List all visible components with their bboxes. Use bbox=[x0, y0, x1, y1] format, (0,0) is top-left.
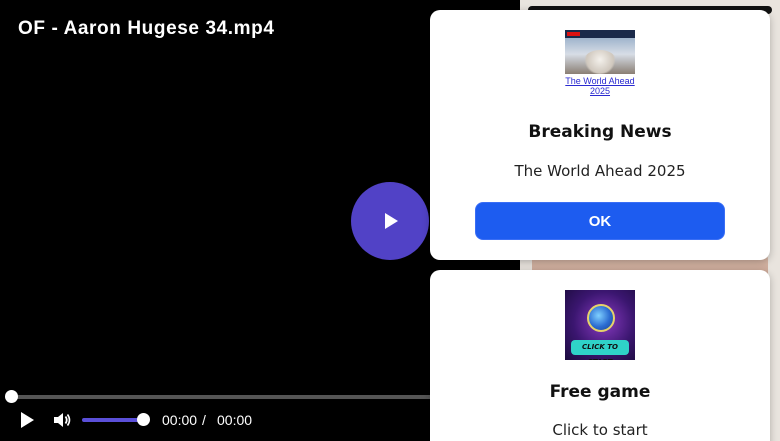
globe-icon bbox=[587, 304, 615, 332]
news-popup[interactable]: The World Ahead 2025 Breaking News The W… bbox=[430, 10, 770, 260]
video-title: OF - Aaron Hugese 34.mp4 bbox=[18, 18, 275, 39]
play-button[interactable] bbox=[18, 411, 36, 429]
news-subtitle: The World Ahead 2025 bbox=[514, 162, 686, 180]
news-thumbnail[interactable]: The World Ahead 2025 bbox=[565, 30, 635, 100]
progress-handle[interactable] bbox=[5, 390, 18, 403]
news-thumbnail-image bbox=[565, 38, 635, 74]
current-time: 00:00 bbox=[162, 412, 198, 428]
game-subtitle: Click to start bbox=[552, 421, 648, 439]
game-title: Free game bbox=[549, 382, 651, 402]
click-to-start-badge: CLICK TO START bbox=[571, 340, 629, 360]
big-play-button[interactable] bbox=[351, 182, 429, 260]
volume-icon bbox=[54, 413, 71, 427]
play-icon bbox=[385, 213, 398, 229]
game-thumbnail[interactable]: CLICK TO START bbox=[565, 290, 635, 360]
time-separator: / bbox=[202, 412, 206, 428]
news-thumbnail-badge bbox=[567, 32, 580, 36]
news-title: Breaking News bbox=[528, 122, 672, 142]
news-thumbnail-caption[interactable]: The World Ahead 2025 bbox=[565, 76, 635, 96]
volume-button[interactable] bbox=[52, 411, 72, 429]
cloud-image bbox=[583, 50, 617, 74]
volume-handle[interactable] bbox=[137, 413, 150, 426]
game-popup[interactable]: CLICK TO START Free game Click to start bbox=[430, 270, 770, 441]
control-bar: 00:00 / 00:00 bbox=[0, 406, 430, 434]
ok-button[interactable]: OK bbox=[475, 202, 725, 240]
duration: 00:00 bbox=[217, 412, 253, 428]
play-icon bbox=[21, 412, 34, 428]
